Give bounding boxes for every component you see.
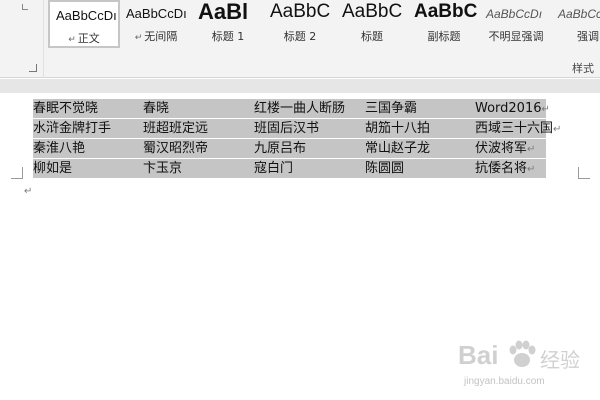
style-preview: AaBl (198, 0, 249, 24)
text-cell: 春眠不觉晓 (33, 101, 99, 116)
style-emphasis[interactable]: AaBbCcDı 强调 (552, 0, 600, 48)
text-cell: 九原吕布 (254, 141, 307, 156)
text-cell: 陈圆圆 (365, 161, 405, 176)
style-subtle-emphasis[interactable]: AaBbCcDı 不明显强调 (480, 0, 552, 48)
text-cell: 西域三十六国↵ (475, 121, 562, 136)
text-cell: 胡笳十八拍 (365, 121, 431, 136)
ribbon: AaBbCcDı ↵ 正文 AaBbCcDı ↵ 无间隔 AaBl 标题 1 AaB… (0, 0, 600, 78)
paw-icon (509, 340, 536, 367)
selected-text-block[interactable]: 春眠不觉晓 春晓 红楼一曲人断肠 三国争霸 Word2016↵ 水浒金牌打手 班… (33, 99, 561, 179)
watermark-url: jingyan.baidu.com (464, 376, 545, 387)
text-cell: 班固后汉书 (254, 121, 320, 136)
text-cell: 蜀汉昭烈帝 (143, 141, 209, 156)
text-cell: 三国争霸 (365, 101, 418, 116)
paragraph-dialog-launcher[interactable] (29, 64, 37, 72)
text-cell: 寇白门 (254, 161, 294, 176)
text-cell: 班超班定远 (143, 121, 209, 136)
paragraph-mark: ↵ (527, 144, 536, 155)
document-top-margin (0, 79, 600, 93)
style-heading-2[interactable]: AaBbC 标题 2 (264, 0, 336, 48)
text-row[interactable]: 秦淮八艳 蜀汉昭烈帝 九原吕布 常山赵子龙 伏波将军↵ (33, 139, 546, 158)
style-name: 副标题 (427, 30, 461, 43)
text-cell: 水浒金牌打手 (33, 121, 112, 136)
paragraph-mark: ↵ (541, 104, 550, 115)
style-name: ↵ 无间隔 (134, 30, 178, 43)
style-subtitle[interactable]: AaBbC 副标题 (408, 0, 480, 48)
margin-corner-top-left (11, 167, 23, 179)
styles-gallery: AaBbCcDı ↵ 正文 AaBbCcDı ↵ 无间隔 AaBl 标题 1 AaB… (46, 0, 600, 52)
style-heading-1[interactable]: AaBl 标题 1 (192, 0, 264, 48)
style-normal[interactable]: AaBbCcDı ↵ 正文 (48, 0, 120, 48)
ribbon-group-footer: 样式 (46, 52, 600, 78)
empty-paragraph-mark[interactable]: ↵ (24, 186, 32, 197)
watermark-text: 经验 (540, 348, 580, 372)
baidu-jingyan-watermark: Bai 经验 jingyan.baidu.com (458, 338, 598, 396)
text-row[interactable]: 水浒金牌打手 班超班定远 班固后汉书 胡笳十八拍 西域三十六国↵ (33, 119, 561, 138)
text-cell: 抗倭名将↵ (475, 161, 536, 176)
text-cell: 伏波将军↵ (475, 141, 536, 156)
text-cell: 柳如是 (33, 161, 73, 176)
style-name: 强调 (577, 30, 599, 43)
style-name: 标题 2 (283, 30, 317, 43)
style-no-spacing[interactable]: AaBbCcDı ↵ 无间隔 (120, 0, 192, 48)
style-preview: AaBbCcDı (126, 6, 187, 21)
ribbon-left-edge (0, 0, 44, 78)
style-preview: AaBbCcDı (56, 8, 117, 23)
style-preview: AaBbC (414, 1, 478, 22)
style-preview: AaBbC (270, 1, 331, 22)
text-cell: 秦淮八艳 (33, 141, 86, 156)
style-name: ↵ 正文 (68, 32, 100, 45)
text-cell: 常山赵子龙 (365, 141, 431, 156)
style-preview: AaBbCcDı (558, 7, 600, 21)
text-row[interactable]: 春眠不觉晓 春晓 红楼一曲人断肠 三国争霸 Word2016↵ (33, 99, 550, 118)
styles-group-label: 样式 (572, 62, 594, 75)
style-preview: AaBbCcDı (486, 7, 543, 21)
style-name: 标题 (361, 30, 383, 43)
style-preview: AaBbC (342, 1, 403, 22)
style-name: 标题 1 (211, 30, 245, 43)
style-title[interactable]: AaBbC 标题 (336, 0, 408, 48)
style-name: 不明显强调 (488, 30, 544, 43)
paragraph-mark: ↵ (553, 124, 562, 135)
ribbon-edge-mark (22, 4, 28, 10)
watermark-logo: Bai (458, 340, 499, 370)
margin-corner-top-right (578, 167, 590, 179)
text-cell: 红楼一曲人断肠 (254, 101, 346, 116)
text-row[interactable]: 柳如是 卞玉京 寇白门 陈圆圆 抗倭名将↵ (33, 159, 546, 178)
text-cell: 卞玉京 (143, 161, 183, 176)
paragraph-mark: ↵ (527, 164, 536, 175)
text-cell: 春晓 (143, 101, 170, 116)
text-cell: Word2016↵ (475, 101, 550, 116)
